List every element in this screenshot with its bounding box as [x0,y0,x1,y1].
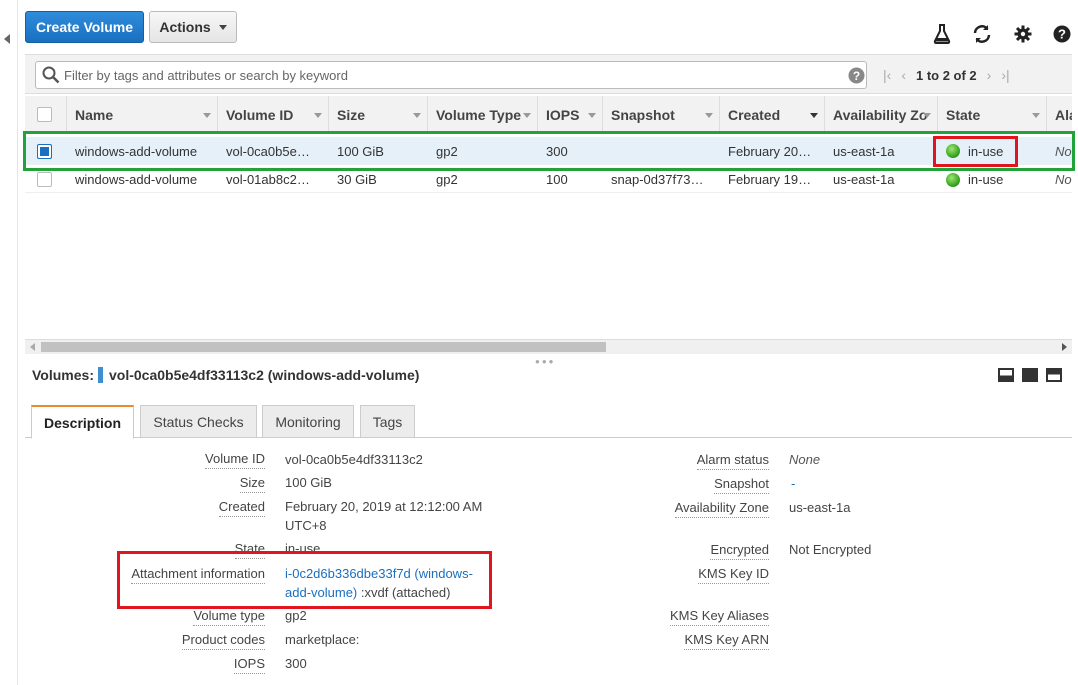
tab-monitoring[interactable]: Monitoring [262,405,354,438]
last-page-icon[interactable]: ›| [1001,67,1009,83]
status-green-icon [946,172,960,187]
state-highlight [933,136,1018,167]
created-line-1: February 20, 2019 at 12:12:00 AM [285,499,483,514]
search-icon [42,66,60,84]
scroll-right-icon[interactable] [1062,343,1067,351]
value-size: 100 GiB [285,475,332,490]
pane-splitter-handle[interactable]: ●●● [535,357,556,366]
filter-bar: ? |‹ ‹ 1 to 2 of 2 › ›| [25,54,1072,94]
col-alarm[interactable]: Ala [1047,96,1072,134]
prev-page-icon[interactable]: ‹ [901,67,906,83]
actions-button[interactable]: Actions [149,11,237,43]
first-page-icon[interactable]: |‹ [883,67,891,83]
accent-bar [97,367,103,383]
scroll-left-icon[interactable] [30,343,35,351]
label-volume-type: Volume type [193,608,265,626]
label-kms-key-aliases: KMS Key Aliases [670,608,769,626]
tab-description[interactable]: Description [31,405,134,439]
value-snapshot: - [791,476,796,491]
row-checkbox[interactable] [37,172,52,187]
label-iops: IOPS [233,656,265,674]
label-product-codes: Product codes [181,632,265,650]
state-label: in-use [968,172,1004,187]
col-name[interactable]: Name [67,96,218,134]
left-nav-strip [0,0,18,685]
col-iops[interactable]: IOPS [538,96,603,134]
help-icon[interactable]: ? [1052,24,1072,44]
chevron-down-icon [218,24,227,30]
label-created: Created [218,499,265,517]
label-encrypted: Encrypted [710,542,769,560]
value-volume-id: vol-0ca0b5e4df33113c2 [285,452,423,467]
label-snapshot: Snapshot [714,476,769,494]
attachment-highlight [117,551,492,609]
value-product-codes: marketplace: [285,632,360,647]
page-count: 1 to 2 of 2 [915,67,977,83]
label-kms-key-id: KMS Key ID [698,566,769,584]
value-volume-type: gp2 [285,608,307,623]
detail-prefix: Volumes: [32,367,94,383]
value-alarm-status: None [789,452,821,467]
label-kms-key-arn: KMS Key ARN [684,632,769,650]
horizontal-scrollbar[interactable] [25,339,1072,354]
tab-tags[interactable]: Tags [360,405,415,438]
label-availability-zone: Availability Zone [674,500,769,518]
value-encrypted: Not Encrypted [789,542,872,557]
select-all-checkbox[interactable] [37,107,52,122]
col-snapshot[interactable]: Snapshot [603,96,720,134]
col-state[interactable]: State [938,96,1047,134]
svg-text:?: ? [853,69,860,83]
detail-tabs: Description Status Checks Monitoring Tag… [25,404,1072,439]
label-size: Size [239,475,265,493]
label-alarm-status: Alarm status [696,452,769,470]
refresh-icon[interactable] [972,24,992,44]
layout-bottom-icon[interactable] [998,368,1014,382]
collapse-nav-icon[interactable] [4,34,10,44]
detail-title: Volumes: vol-0ca0b5e4df33113c2 (windows-… [32,367,419,383]
create-volume-button[interactable]: Create Volume [25,11,144,43]
col-size[interactable]: Size [329,96,428,134]
col-volume-id[interactable]: Volume ID [218,96,329,134]
col-created[interactable]: Created [720,96,825,134]
next-page-icon[interactable]: › [987,67,992,83]
value-iops: 300 [285,656,307,671]
scrollbar-thumb[interactable] [41,342,606,352]
pagination: |‹ ‹ 1 to 2 of 2 › ›| [883,64,1010,86]
table-header: Name Volume ID Size Volume Type IOPS Sna… [25,96,1072,134]
svg-text:?: ? [1058,27,1066,42]
value-availability-zone: us-east-1a [789,500,851,515]
value-created: February 20, 2019 at 12:12:00 AM UTC+8 [285,497,482,535]
created-line-2: UTC+8 [285,518,327,533]
select-all-cell [25,96,67,134]
col-volume-type[interactable]: Volume Type [428,96,538,134]
layout-full-icon[interactable] [1022,368,1038,382]
filter-box: ? [35,61,867,89]
flask-icon[interactable] [932,24,952,44]
label-volume-id: Volume ID [205,451,265,469]
layout-top-icon[interactable] [1046,368,1062,382]
col-availability-zone[interactable]: Availability Zo [825,96,938,134]
actions-label: Actions [159,19,211,35]
tab-status-checks[interactable]: Status Checks [140,405,257,438]
search-input[interactable] [64,62,834,88]
selected-row-highlight [23,131,1075,171]
detail-volume-id: vol-0ca0b5e4df33113c2 (windows-add-volum… [108,367,420,383]
gear-icon[interactable] [1013,24,1033,44]
help-circle-icon[interactable]: ? [848,67,865,84]
